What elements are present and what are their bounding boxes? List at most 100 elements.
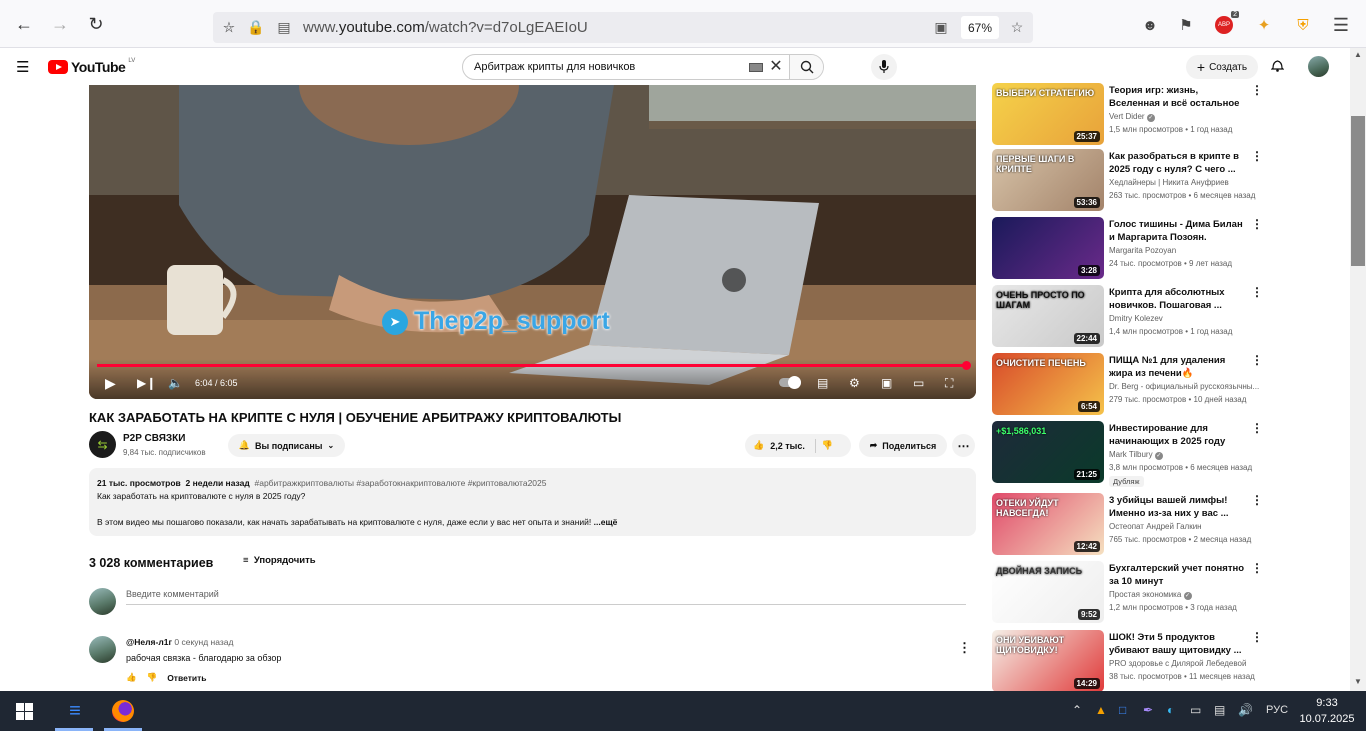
url-text[interactable]: www.youtube.com/watch?v=d7oLgEAEIoU <box>303 19 588 36</box>
video-menu-icon[interactable]: ⋮ <box>1251 630 1263 644</box>
more-link[interactable]: ...ещё <box>594 517 618 527</box>
video-menu-icon[interactable]: ⋮ <box>1251 561 1263 575</box>
hashtags[interactable]: #арбитражкриптовалюты #заработокнакрипто… <box>255 478 547 488</box>
video-menu-icon[interactable]: ⋮ <box>1251 149 1263 163</box>
network-icon[interactable]: ▤ <box>1214 703 1225 717</box>
video-thumbnail[interactable]: +$1,586,031 21:25 <box>992 421 1104 483</box>
settings-gear-icon[interactable]: ⚙ <box>849 376 860 390</box>
video-thumbnail[interactable]: ДВОЙНАЯ ЗАПИСЬ 9:52 <box>992 561 1104 623</box>
recommended-title[interactable]: ШОК! Эти 5 продуктов убивают вашу щитови… <box>1109 631 1249 657</box>
miniplayer-icon[interactable]: ▣ <box>881 376 892 390</box>
recommended-video[interactable]: ОЧИСТИТЕ ПЕЧЕНЬ 6:54 ПИЩА №1 для удаления … <box>992 353 1272 415</box>
create-button[interactable]: + Создать <box>1186 55 1258 79</box>
dislike-icon[interactable]: 👎 <box>822 440 833 451</box>
lock-icon[interactable]: 🔒 <box>247 18 265 36</box>
description-box[interactable]: 21 тыс. просмотров 2 недели назад #арбит… <box>89 468 976 536</box>
recommended-title[interactable]: Как разобраться в крипте в 2025 году с н… <box>1109 150 1249 176</box>
clear-search-icon[interactable]: ✕ <box>763 55 789 79</box>
system-clock[interactable]: 9:33 10.07.2025 <box>1296 695 1358 727</box>
account-icon[interactable]: ☻ <box>1139 14 1161 36</box>
firefox-icon[interactable] <box>111 699 135 723</box>
voice-search-button[interactable] <box>871 54 897 80</box>
recommended-title[interactable]: 3 убийцы вашей лимфы! Именно из-за них у… <box>1109 494 1249 520</box>
video-menu-icon[interactable]: ⋮ <box>1251 83 1263 97</box>
scrollbar-thumb[interactable] <box>1351 116 1365 266</box>
theater-mode-icon[interactable]: ▭ <box>913 376 924 390</box>
guide-menu-icon[interactable]: ☰ <box>16 58 29 76</box>
search-button[interactable] <box>789 55 823 79</box>
recommended-video[interactable]: ОТЕКИ УЙДУТ НАВСЕГДА! 12:42 3 убийцы вашей… <box>992 493 1272 555</box>
channel-name[interactable]: P2P СВЯЗКИ <box>123 433 185 444</box>
zoom-level[interactable]: 67% <box>961 16 999 39</box>
video-player[interactable]: ➤ Thep2p_support ▶ ▶❙ 🔈 6:04 / 6:05 ▤ ⚙ … <box>89 85 976 399</box>
video-thumbnail[interactable]: ОТЕКИ УЙДУТ НАВСЕГДА! 12:42 <box>992 493 1104 555</box>
video-menu-icon[interactable]: ⋮ <box>1251 285 1263 299</box>
reply-button[interactable]: Ответить <box>167 673 206 683</box>
screenshot-tray-icon[interactable]: □ <box>1119 703 1126 717</box>
scrubber-handle[interactable] <box>962 361 971 370</box>
recommended-title[interactable]: Инвестирование для начинающих в 2025 год… <box>1109 422 1249 448</box>
video-thumbnail[interactable]: ОЧИСТИТЕ ПЕЧЕНЬ 6:54 <box>992 353 1104 415</box>
recommended-channel[interactable]: PRO здоровье с Дилярой Лебедевой <box>1109 659 1246 668</box>
youtube-logo[interactable]: YouTube LV <box>48 58 135 75</box>
recommended-video[interactable]: +$1,586,031 21:25 Инвестирование для начин… <box>992 421 1272 487</box>
dislike-icon[interactable]: 👎 <box>147 672 158 683</box>
notifications-bell-icon[interactable] <box>1270 58 1285 75</box>
search-box[interactable]: Арбитраж крипты для новичков ✕ <box>462 54 824 80</box>
video-thumbnail[interactable]: ПЕРВЫЕ ШАГИ В КРИПТЕ 53:36 <box>992 149 1104 211</box>
video-thumbnail[interactable]: ОЧЕНЬ ПРОСТО ПО ШАГАМ 22:44 <box>992 285 1104 347</box>
volume-icon[interactable]: 🔈 <box>168 376 183 390</box>
recommended-channel[interactable]: Vert Dider ✓ <box>1109 112 1155 122</box>
keyboard-icon[interactable] <box>749 63 763 72</box>
rocket-extension-icon[interactable]: ✦ <box>1253 14 1275 36</box>
recommended-title[interactable]: Голос тишины - Дима Билан и Маргарита По… <box>1109 218 1249 244</box>
recommended-channel[interactable]: Простая экономика ✓ <box>1109 590 1192 600</box>
video-menu-icon[interactable]: ⋮ <box>1251 217 1263 231</box>
video-thumbnail[interactable]: 3:28 <box>992 217 1104 279</box>
subscribed-button[interactable]: 🔔 Вы подписаны ⌄ <box>228 434 345 457</box>
recommended-title[interactable]: Бухгалтерский учет понятно за 10 минут <box>1109 562 1249 588</box>
fullscreen-icon[interactable]: ⛶ <box>945 376 953 390</box>
recommended-channel[interactable]: Хедлайнеры | Никита Ануфриев <box>1109 178 1229 187</box>
tray-overflow-icon[interactable]: ⌃ <box>1072 703 1082 717</box>
scroll-up-icon[interactable]: ▲ <box>1354 50 1362 59</box>
recommended-channel[interactable]: Margarita Pozoyan <box>1109 246 1176 255</box>
comment-menu-icon[interactable]: ⋮ <box>958 640 971 656</box>
reload-icon[interactable]: ↻ <box>84 12 108 36</box>
next-icon[interactable]: ▶❙ <box>137 376 156 390</box>
subtitles-icon[interactable]: ▤ <box>817 376 828 390</box>
adblock-extension-icon[interactable]: АВР 2 <box>1213 11 1239 36</box>
recommended-title[interactable]: Крипта для абсолютных новичков. Пошагова… <box>1109 286 1249 312</box>
search-input[interactable]: Арбитраж крипты для новичков <box>463 55 749 79</box>
extensions-icon[interactable]: ⚑ <box>1175 14 1197 36</box>
edge-tray-icon[interactable]: ◐ <box>1167 703 1174 717</box>
video-menu-icon[interactable]: ⋮ <box>1251 353 1263 367</box>
menu-icon[interactable]: ☰ <box>1330 14 1352 36</box>
video-thumbnail[interactable]: ВЫБЕРИ СТРАТЕГИЮ 25:37 <box>992 83 1104 145</box>
like-icon[interactable]: 👍 <box>753 440 764 451</box>
autoplay-toggle-icon[interactable] <box>779 376 801 390</box>
recommended-video[interactable]: 3:28 Голос тишины - Дима Билан и Маргарит… <box>992 217 1272 279</box>
share-button[interactable]: ➦ Поделиться <box>859 434 947 457</box>
recommended-channel[interactable]: Dr. Berg - официальный русскоязычны... <box>1109 382 1259 391</box>
brave-shield-icon[interactable]: ⛨ <box>1292 14 1314 36</box>
pip-icon[interactable]: ▣ <box>932 18 950 36</box>
recommended-video[interactable]: ОЧЕНЬ ПРОСТО ПО ШАГАМ 22:44 Крипта для абс… <box>992 285 1272 347</box>
recommended-video[interactable]: ВЫБЕРИ СТРАТЕГИЮ 25:37 Теория игр: жизнь, … <box>992 83 1272 145</box>
like-count[interactable]: 2,2 тыс. <box>770 441 805 451</box>
more-actions-button[interactable]: ⋯ <box>952 434 975 457</box>
author-handle[interactable]: @Неля-л1г <box>126 637 172 647</box>
recommended-video[interactable]: ДВОЙНАЯ ЗАПИСЬ 9:52 Бухгалтерский учет пон… <box>992 561 1272 623</box>
video-menu-icon[interactable]: ⋮ <box>1251 493 1263 507</box>
comment-author[interactable]: @Неля-л1г 0 секунд назад <box>126 637 233 647</box>
volume-tray-icon[interactable]: 🔊 <box>1238 703 1253 717</box>
battery-icon[interactable]: ▭ <box>1190 703 1201 717</box>
comment-author-avatar[interactable] <box>89 636 116 663</box>
progress-bar[interactable] <box>97 364 965 367</box>
recommended-channel[interactable]: Остеопат Андрей Галкин <box>1109 522 1202 531</box>
recommended-title[interactable]: Теория игр: жизнь, Вселенная и всё остал… <box>1109 84 1249 110</box>
recommended-video[interactable]: ОНИ УБИВАЮТ ЩИТОВИДКУ! 14:29 ШОК! Эти 5 пр… <box>992 630 1272 692</box>
reader-icon[interactable]: ▤ <box>275 18 293 36</box>
address-bar[interactable]: ⛦ 🔒 ▤ www.youtube.com/watch?v=d7oLgEAEIo… <box>213 12 1033 43</box>
play-icon[interactable]: ▶ <box>105 376 116 390</box>
